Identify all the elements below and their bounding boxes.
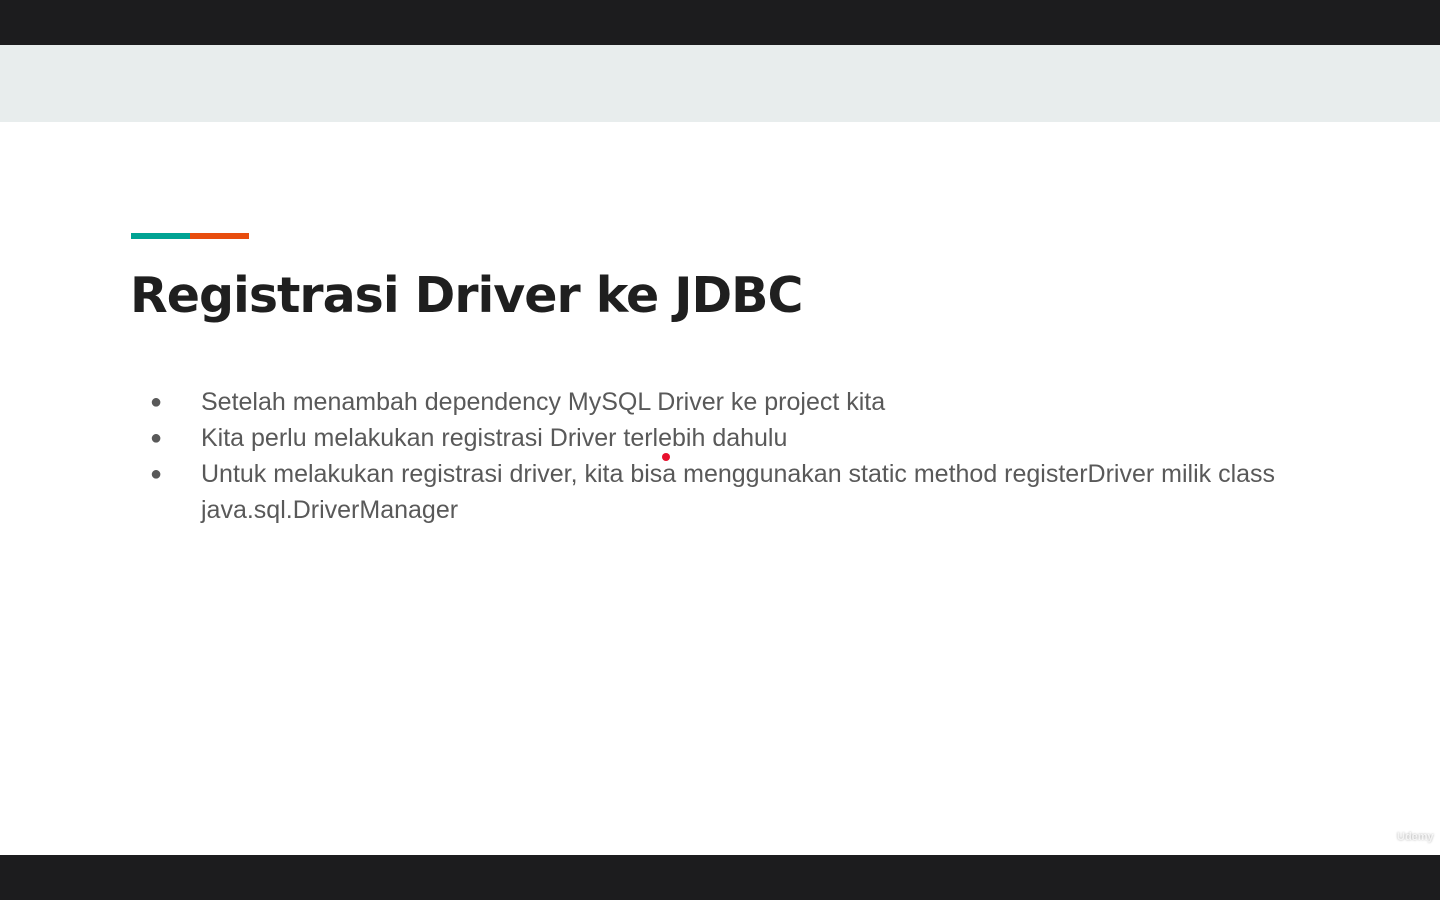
laser-pointer-dot bbox=[662, 453, 670, 461]
bullet-text: Untuk melakukan registrasi driver, kita … bbox=[201, 460, 1276, 524]
bullet-list: ● Setelah menambah dependency MySQL Driv… bbox=[150, 384, 1330, 528]
udemy-watermark: Udemy bbox=[1376, 828, 1434, 846]
letterbox-bottom bbox=[0, 855, 1440, 900]
accent-bar-orange-segment bbox=[190, 233, 249, 239]
title-accent-bar bbox=[131, 233, 249, 239]
watermark-text: Udemy bbox=[1397, 831, 1434, 843]
bullet-item: ● Kita perlu melakukan registrasi Driver… bbox=[150, 420, 1330, 456]
bullet-text: Kita perlu melakukan registrasi Driver t… bbox=[201, 424, 788, 452]
letterbox-top bbox=[0, 0, 1440, 45]
bullet-item: ● Setelah menambah dependency MySQL Driv… bbox=[150, 384, 1330, 420]
accent-bar-teal-segment bbox=[131, 233, 190, 239]
udemy-logo-icon bbox=[1377, 828, 1393, 845]
slide-title: Registrasi Driver ke JDBC bbox=[130, 267, 803, 324]
bullet-item: ● Untuk melakukan registrasi driver, kit… bbox=[150, 456, 1330, 528]
bullet-icon: ● bbox=[150, 391, 163, 413]
bullet-icon: ● bbox=[150, 463, 163, 485]
slide: Registrasi Driver ke JDBC ● Setelah mena… bbox=[0, 45, 1440, 855]
bullet-text: Setelah menambah dependency MySQL Driver… bbox=[201, 388, 886, 416]
bullet-icon: ● bbox=[150, 427, 163, 449]
slide-header-band bbox=[0, 45, 1440, 122]
